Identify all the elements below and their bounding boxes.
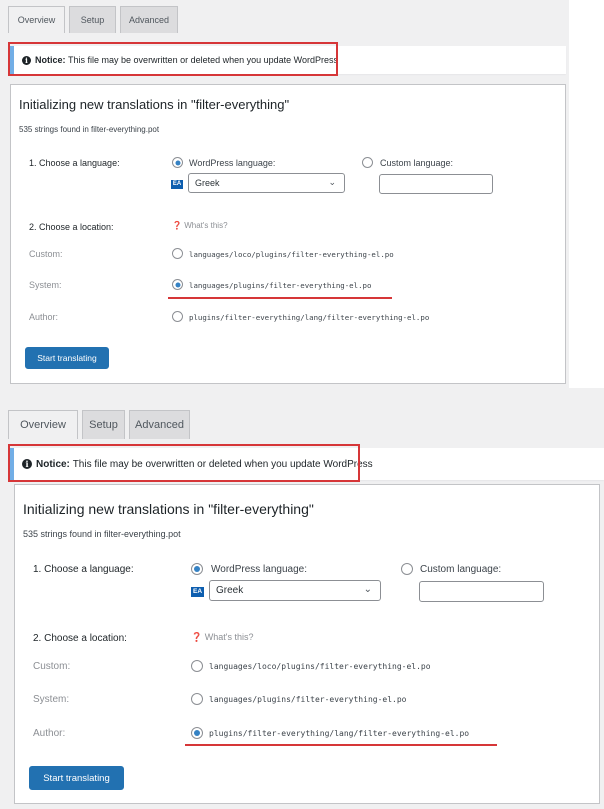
location-label: 2. Choose a location: xyxy=(33,633,127,644)
language-select[interactable]: Greek ⌄ xyxy=(209,580,381,601)
tab-setup[interactable]: Setup xyxy=(69,6,116,33)
wp-language-label: WordPress language: xyxy=(189,158,276,168)
language-label: 1. Choose a language: xyxy=(29,158,120,168)
notice-banner: i Notice: This file may be overwritten o… xyxy=(8,444,604,482)
screen-system-location: Overview Setup Advanced i Notice: This f… xyxy=(0,0,569,389)
page-title: Initializing new translations in "filter… xyxy=(19,97,290,112)
help-icon: ❓ xyxy=(191,632,203,642)
author-label: Author: xyxy=(29,312,59,322)
tab-advanced[interactable]: Advanced xyxy=(129,410,190,439)
system-location-radio[interactable] xyxy=(191,693,203,705)
start-translating-button[interactable]: Start translating xyxy=(25,347,109,369)
chevron-down-icon: ⌄ xyxy=(328,177,336,187)
custom-language-radio[interactable] xyxy=(401,563,413,575)
tab-advanced[interactable]: Advanced xyxy=(120,6,178,33)
custom-language-label: Custom language: xyxy=(420,564,502,575)
language-select[interactable]: Greek ⌄ xyxy=(188,173,345,193)
greek-flag-icon: EA xyxy=(191,587,204,597)
wp-language-radio[interactable]: .top .radio.checked::after{width:5px;hei… xyxy=(172,157,183,168)
custom-language-radio[interactable] xyxy=(362,157,373,168)
tab-bar: Overview Setup Advanced xyxy=(8,410,194,439)
system-label: System: xyxy=(33,694,70,705)
page-title: Initializing new translations in "filter… xyxy=(23,501,314,517)
start-translating-button[interactable]: Start translating xyxy=(29,766,124,790)
language-select-value: Greek xyxy=(195,178,220,188)
system-location-radio[interactable] xyxy=(172,279,183,290)
strings-count: 535 strings found in filter-everything.p… xyxy=(23,529,181,539)
custom-language-input[interactable] xyxy=(419,581,544,602)
greek-flag-icon: EA xyxy=(171,180,183,189)
custom-label: Custom: xyxy=(33,661,71,672)
custom-language-label: Custom language: xyxy=(380,158,454,168)
tab-setup[interactable]: Setup xyxy=(82,410,125,439)
author-location-radio[interactable] xyxy=(191,727,203,739)
system-path: languages/plugins/filter-everything-el.p… xyxy=(209,695,407,704)
whats-this-text: What's this? xyxy=(204,632,254,642)
selection-underline xyxy=(185,744,497,746)
custom-label: Custom: xyxy=(29,249,63,259)
wp-language-radio[interactable]: .bottom .radio.checked::after{width:6px;… xyxy=(191,563,203,575)
selection-underline xyxy=(168,297,392,299)
highlight-box xyxy=(8,444,360,482)
tab-overview[interactable]: Overview xyxy=(8,6,65,33)
whats-this-link[interactable]: ❓ What's this? xyxy=(191,632,253,643)
tab-bar: Overview Setup Advanced xyxy=(8,6,182,33)
custom-path: languages/loco/plugins/filter-everything… xyxy=(189,250,394,259)
highlight-box xyxy=(8,42,338,76)
custom-location-radio[interactable] xyxy=(172,248,183,259)
author-label: Author: xyxy=(33,728,66,739)
screen-author-location: Overview Setup Advanced i Notice: This f… xyxy=(0,388,604,809)
wp-language-label: WordPress language: xyxy=(211,564,307,575)
system-label: System: xyxy=(29,280,62,290)
author-location-radio[interactable] xyxy=(172,311,183,322)
notice-banner: i Notice: This file may be overwritten o… xyxy=(8,42,566,76)
custom-location-radio[interactable] xyxy=(191,660,203,672)
author-path: plugins/filter-everything/lang/filter-ev… xyxy=(189,313,430,322)
chevron-down-icon: ⌄ xyxy=(363,584,372,595)
translation-card: Initializing new translations in "filter… xyxy=(14,484,600,804)
whats-this-link[interactable]: ❓ What's this? xyxy=(172,221,228,230)
language-label: 1. Choose a language: xyxy=(33,564,134,575)
author-path: plugins/filter-everything/lang/filter-ev… xyxy=(209,729,470,738)
custom-path: languages/loco/plugins/filter-everything… xyxy=(209,662,431,671)
location-label: 2. Choose a location: xyxy=(29,222,114,232)
help-icon: ❓ xyxy=(172,221,182,230)
system-path: languages/plugins/filter-everything-el.p… xyxy=(189,281,372,290)
whats-this-text: What's this? xyxy=(184,221,228,230)
strings-count: 535 strings found in filter-everything.p… xyxy=(19,125,160,134)
tab-overview[interactable]: Overview xyxy=(8,410,78,439)
translation-card: Initializing new translations in "filter… xyxy=(10,84,566,384)
custom-language-input[interactable] xyxy=(379,174,493,194)
language-select-value: Greek xyxy=(216,585,244,596)
